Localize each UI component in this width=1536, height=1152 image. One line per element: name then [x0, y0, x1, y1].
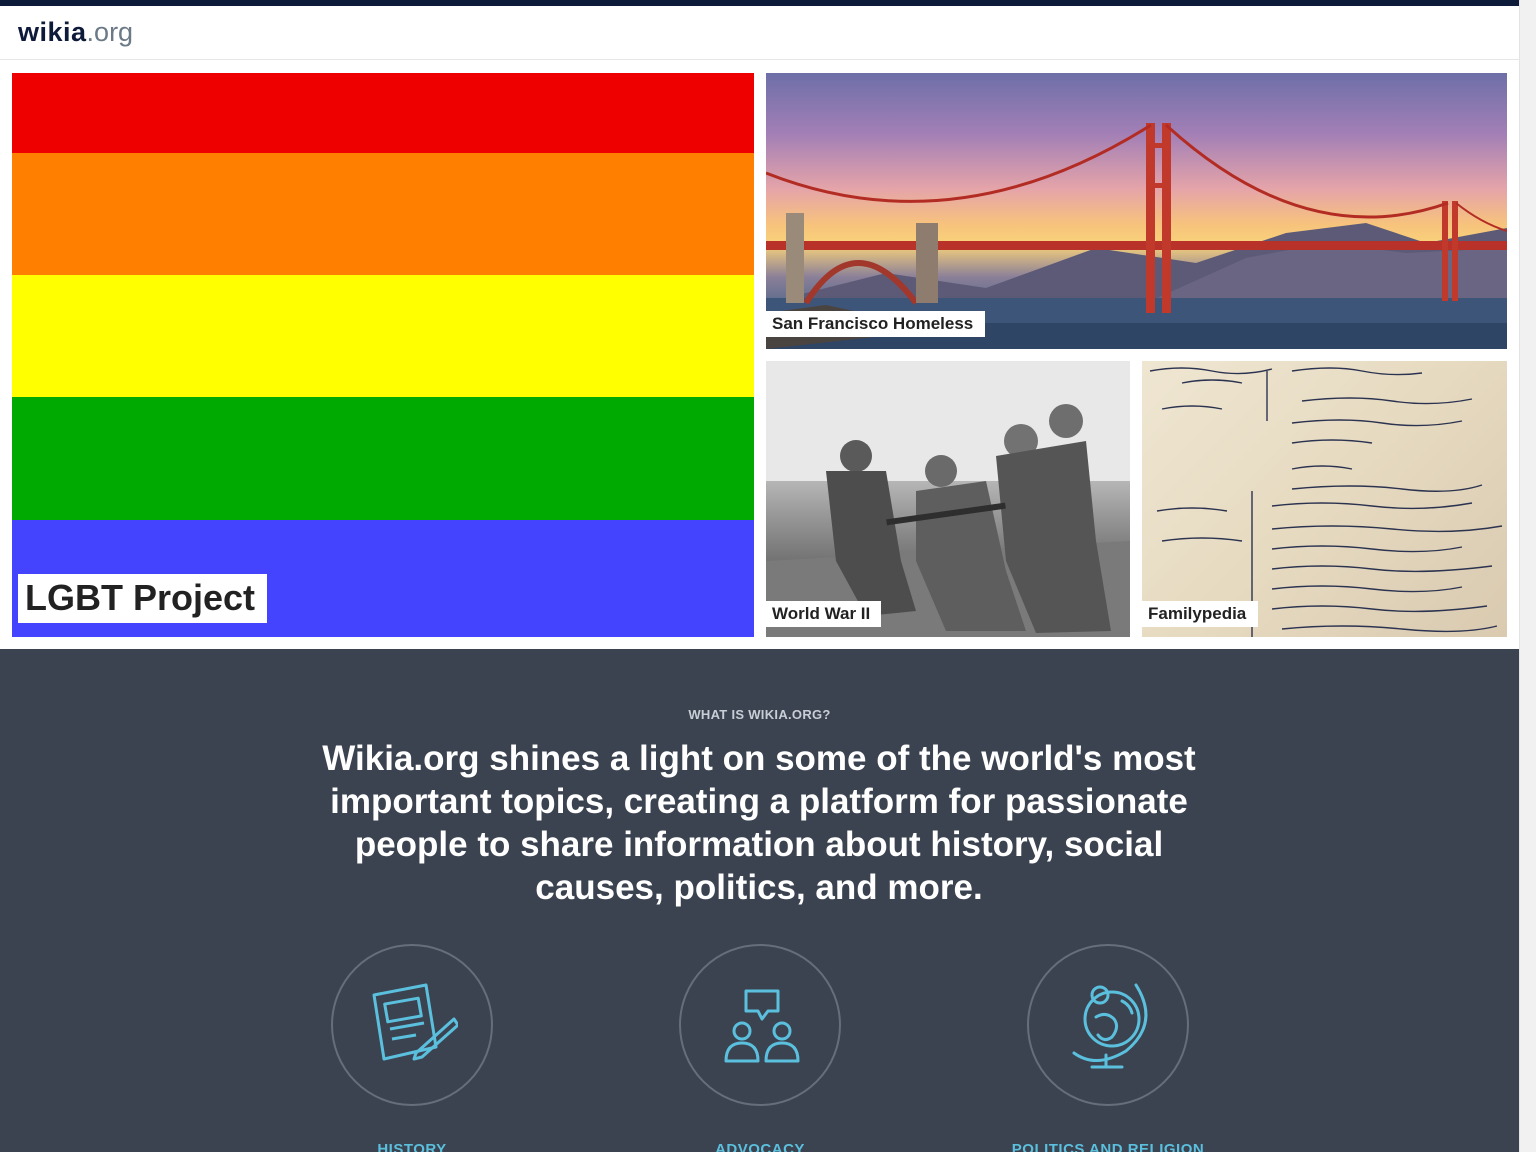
feature-advocacy[interactable]: ADVOCACY [640, 944, 880, 1152]
about-eyebrow: WHAT IS WIKIA.ORG? [688, 707, 831, 722]
feature-circle [1027, 944, 1189, 1106]
rainbow-band-yellow [12, 275, 754, 397]
rainbow-band-red [12, 73, 754, 153]
feature-label: ADVOCACY [715, 1141, 805, 1152]
golden-gate-bridge-image [766, 123, 1507, 349]
about-section: WHAT IS WIKIA.ORG? Wikia.org shines a li… [0, 649, 1519, 1152]
tile-label-familypedia: Familypedia [1142, 601, 1259, 627]
handwritten-document-image [1149, 367, 1503, 637]
rainbow-band-orange [12, 153, 754, 275]
logo-wordmark: wikia [18, 17, 87, 47]
feature-history[interactable]: HISTORY [292, 944, 532, 1152]
document-pencil-icon [372, 983, 458, 1061]
tile-lgbt-project[interactable]: LGBT Project [12, 73, 754, 637]
feature-circle [679, 944, 841, 1106]
wikia-logo[interactable]: wikia.org [18, 16, 133, 48]
tile-familypedia[interactable]: Familypedia [1142, 361, 1507, 637]
tile-label-lgbt: LGBT Project [18, 574, 268, 623]
soldiers-photo-image [766, 361, 1130, 637]
people-chat-icon [724, 989, 800, 1063]
globe-icon [1072, 983, 1148, 1069]
site-header: wikia.org [0, 6, 1519, 60]
about-headline: Wikia.org shines a light on some of the … [322, 739, 1196, 907]
logo-suffix: .org [86, 17, 134, 47]
feature-circle [331, 944, 493, 1106]
feature-label: POLITICS AND RELIGION [1011, 1141, 1205, 1152]
rainbow-band-green [12, 397, 754, 520]
feature-politics-religion[interactable]: POLITICS AND RELIGION [988, 944, 1228, 1152]
feature-label: HISTORY [377, 1141, 447, 1152]
tile-label-ww2: World War II [766, 601, 882, 627]
tile-world-war-ii[interactable]: World War II [766, 361, 1130, 637]
page-scrollbar[interactable] [1519, 0, 1536, 1152]
tile-san-francisco-homeless[interactable]: San Francisco Homeless [766, 73, 1507, 349]
tile-label-sf: San Francisco Homeless [766, 311, 986, 337]
